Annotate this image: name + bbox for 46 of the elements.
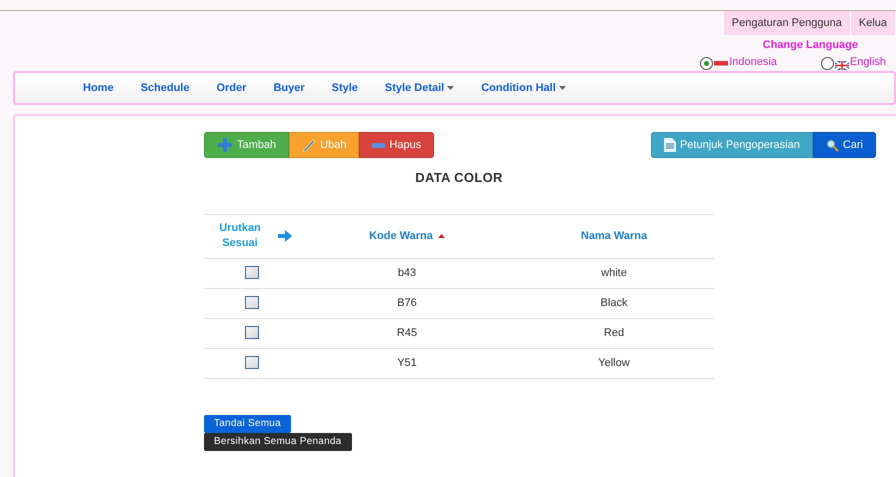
search-button[interactable]: Cari: [812, 132, 876, 158]
flag-icon: [714, 61, 728, 70]
change-language-label: Change Language: [762, 38, 858, 53]
plus-icon: [217, 137, 233, 153]
table-cell: Red: [604, 326, 624, 339]
table-cell: Yellow: [598, 356, 630, 369]
caret-icon: [558, 86, 566, 90]
nav-link[interactable]: Style Detail: [384, 80, 454, 96]
search-icon: [826, 138, 839, 152]
document-icon: [664, 138, 676, 152]
delete-button[interactable]: Hapus: [359, 132, 434, 158]
checkbox[interactable]: [245, 296, 259, 310]
select-all-button[interactable]: Tandai Semua: [204, 414, 291, 432]
nav-link[interactable]: Home: [83, 80, 114, 96]
table-cell: white: [601, 266, 627, 279]
nav-link[interactable]: Style: [332, 80, 358, 96]
page-title: DATA COLOR: [414, 169, 504, 187]
help-button[interactable]: Petunjuk Pengoperasian: [650, 132, 813, 158]
nav-link[interactable]: Order: [216, 80, 246, 96]
radio-button[interactable]: [820, 57, 834, 70]
column-header[interactable]: Kode Warna: [369, 228, 445, 244]
minus-icon: [372, 142, 386, 148]
column-header: Urutkan Sesuai: [218, 221, 262, 251]
table-cell: Black: [600, 296, 628, 309]
caret-icon: [447, 86, 454, 90]
language-option[interactable]: English: [850, 54, 886, 70]
language-option[interactable]: Indonesia: [729, 54, 777, 70]
checkbox[interactable]: [245, 266, 259, 280]
radio-button[interactable]: [700, 57, 714, 70]
clear-all-button[interactable]: Bersihkan Semua Penanda: [204, 432, 352, 450]
nav-link[interactable]: Condition Hall: [481, 80, 566, 96]
checkbox[interactable]: [245, 356, 259, 370]
flag-icon: [834, 61, 849, 70]
table-cell: Y51: [397, 356, 417, 369]
top-menu-link[interactable]: Kelua: [850, 11, 896, 35]
arrow-right-icon: [278, 230, 292, 242]
pencil-icon: [302, 138, 316, 152]
column-header[interactable]: Nama Warna: [580, 228, 648, 244]
table-cell: B76: [397, 296, 417, 309]
table-cell: b43: [398, 266, 416, 279]
nav-link[interactable]: Schedule: [140, 80, 190, 96]
add-button[interactable]: Tambah: [204, 132, 290, 158]
table-cell: R45: [396, 326, 418, 339]
checkbox[interactable]: [245, 326, 259, 340]
nav-link[interactable]: Buyer: [273, 80, 305, 96]
top-menu-link[interactable]: Pengaturan Pengguna: [724, 11, 851, 35]
